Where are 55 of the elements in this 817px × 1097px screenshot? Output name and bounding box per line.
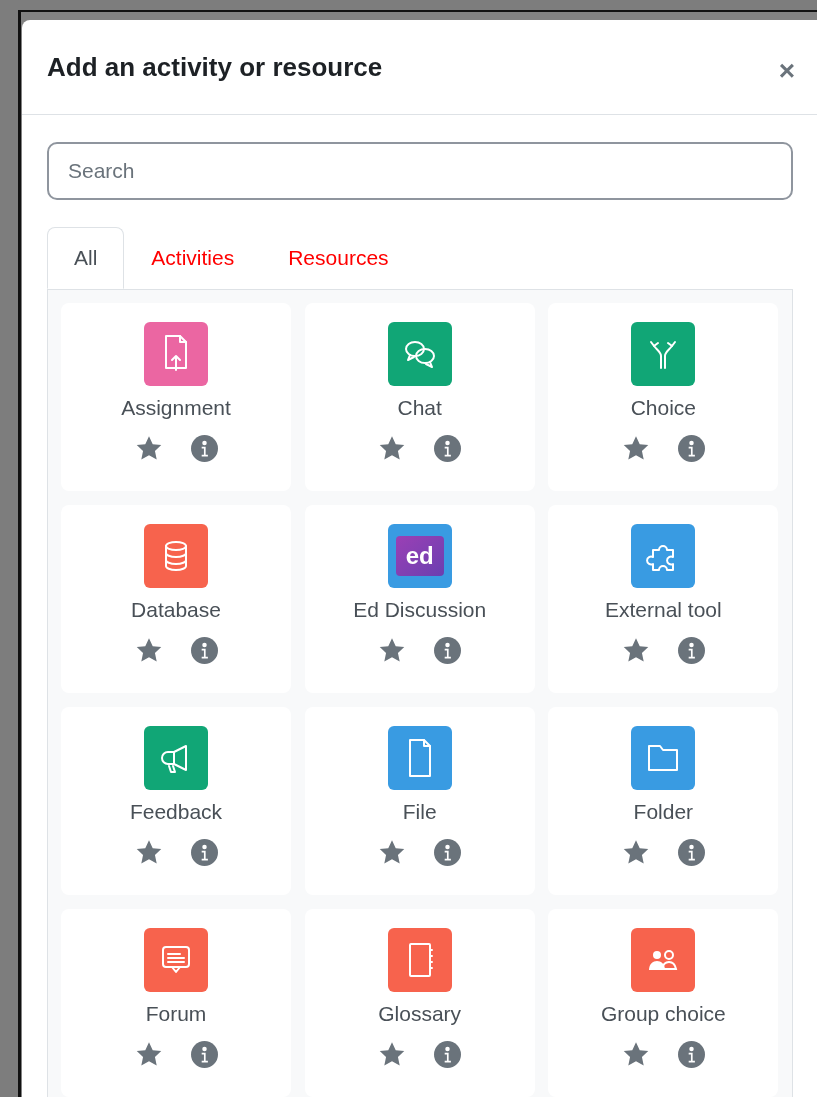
activity-card[interactable]: External tool [548, 505, 779, 693]
close-button[interactable]: × [778, 57, 795, 85]
activity-name: Feedback [129, 799, 223, 825]
activity-card[interactable]: Folder [548, 707, 779, 895]
info-icon[interactable] [677, 839, 705, 866]
activity-card[interactable]: Group choice [548, 909, 779, 1097]
info-icon[interactable] [190, 435, 218, 462]
activity-name: Chat [397, 395, 442, 421]
info-icon[interactable] [677, 435, 705, 462]
search-field[interactable]: Search [47, 142, 793, 200]
activity-name: Ed Discussion [353, 597, 487, 623]
star-icon[interactable] [378, 435, 407, 462]
star-icon[interactable] [378, 1041, 407, 1068]
star-icon[interactable] [134, 637, 163, 664]
activity-name: Glossary [378, 1001, 462, 1027]
activity-name: Forum [145, 1001, 207, 1027]
activity-card[interactable]: Database [61, 505, 291, 693]
star-icon[interactable] [378, 839, 407, 866]
info-icon[interactable] [190, 637, 218, 664]
tab[interactable]: All [47, 227, 125, 289]
activity-name: Database [131, 597, 221, 623]
star-icon[interactable] [134, 435, 163, 462]
star-icon[interactable] [621, 839, 650, 866]
activity-name: Assignment [121, 395, 231, 421]
activity-card[interactable]: ed Ed Discussion [304, 505, 535, 693]
activity-name: Folder [633, 799, 694, 825]
star-icon[interactable] [134, 839, 163, 866]
info-icon[interactable] [677, 1041, 705, 1068]
tab[interactable]: Resources [261, 227, 416, 289]
activity-card[interactable]: Forum [61, 909, 291, 1097]
info-icon[interactable] [190, 839, 218, 866]
info-icon[interactable] [434, 435, 462, 462]
star-icon[interactable] [621, 435, 650, 462]
activity-name: Choice [630, 395, 696, 421]
activity-card[interactable]: Chat [304, 303, 535, 491]
activity-card[interactable]: Choice [548, 303, 779, 491]
activity-name: File [402, 799, 437, 825]
tab[interactable]: Activities [124, 227, 262, 289]
dialog-title: Add an activity or resource [47, 50, 384, 84]
activity-card[interactable]: Assignment [61, 303, 291, 491]
activity-card[interactable]: Feedback [61, 707, 291, 895]
star-icon[interactable] [621, 637, 650, 664]
ed-logo-icon: ed [387, 524, 452, 588]
activity-card[interactable]: File [304, 707, 535, 895]
info-icon[interactable] [434, 637, 462, 664]
activity-card[interactable]: Glossary [304, 909, 535, 1097]
star-icon[interactable] [378, 637, 407, 664]
info-icon[interactable] [677, 637, 705, 664]
info-icon[interactable] [190, 1041, 218, 1068]
info-icon[interactable] [434, 839, 462, 866]
activity-name: External tool [604, 597, 722, 623]
star-icon[interactable] [134, 1041, 163, 1068]
star-icon[interactable] [621, 1041, 650, 1068]
activity-name: Group choice [600, 1001, 726, 1027]
info-icon[interactable] [434, 1041, 462, 1068]
